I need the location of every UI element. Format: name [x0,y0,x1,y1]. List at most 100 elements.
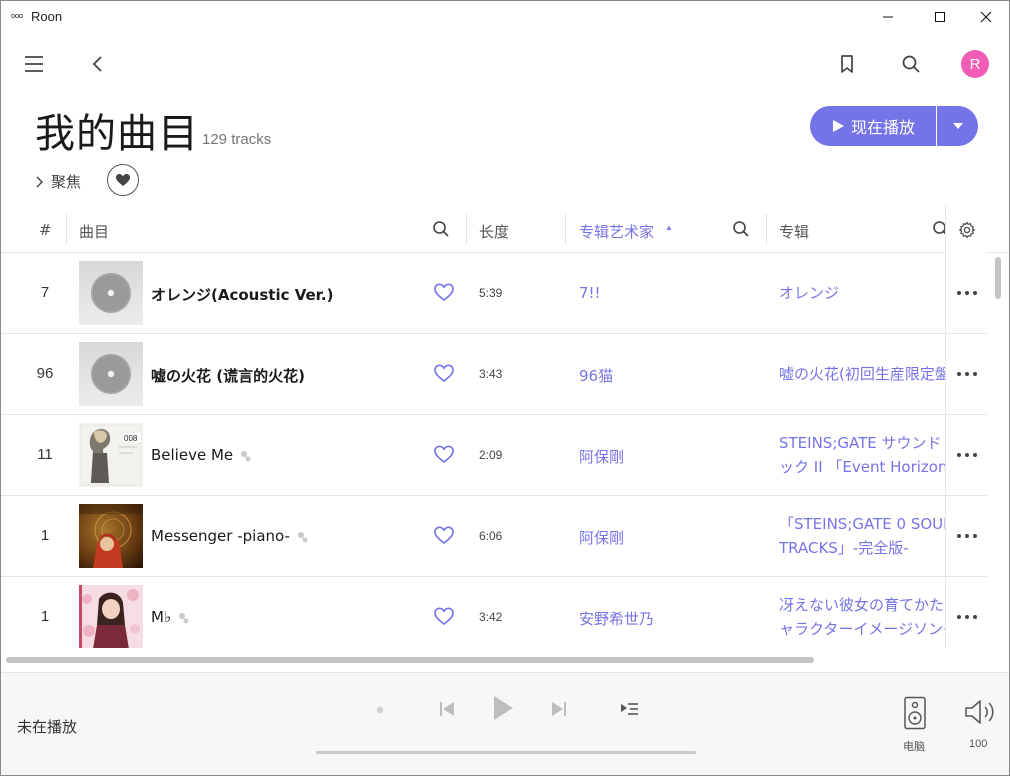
album-artist-link[interactable]: 7!! [579,284,601,302]
album-artist-link[interactable]: 阿保剛 [579,527,624,548]
search-icon[interactable] [431,219,451,239]
album-cover[interactable] [79,504,143,568]
track-duration: 2:09 [479,448,503,462]
gear-icon [958,221,975,238]
column-header-album[interactable]: 专辑 [779,221,809,242]
roon-logo-icon [11,13,23,19]
bookmark-button[interactable] [836,53,858,75]
album-art-image [79,585,143,648]
menu-button[interactable] [23,54,45,74]
column-header-album-artist[interactable]: 专辑艺术家 [579,221,654,242]
album-link[interactable]: 嘘の火花(初回生産限定盤) [779,362,947,386]
table-header: # 曲目 长度 专辑艺术家 ▲ 专辑 [1,206,1009,253]
heart-outline-icon[interactable] [433,606,455,626]
skip-previous-icon [440,702,454,716]
hamburger-icon [25,56,43,72]
play-options-dropdown[interactable] [937,106,978,146]
album-link[interactable]: 「STEINS;GATE 0 SOUND TRACKS」-完全版- [779,512,947,560]
column-header-number[interactable]: # [39,221,52,239]
album-cover[interactable] [79,585,143,648]
user-avatar[interactable]: R [961,50,989,78]
maximize-button[interactable] [917,1,963,32]
column-separator[interactable] [466,214,467,244]
play-icon [494,696,513,720]
album-cover[interactable] [79,342,143,406]
zone-label[interactable]: 电脑 [903,738,925,754]
heart-outline-icon[interactable] [433,525,455,545]
search-icon[interactable] [731,219,751,239]
table-row[interactable]: 1 Messenger -piano- 6:06 阿保剛 「STEINS;GAT… [1,496,987,577]
bookmark-icon [841,55,853,73]
column-separator[interactable] [565,214,566,244]
close-button[interactable] [963,1,1009,32]
heart-icon [116,174,130,186]
play-now-label: 现在播放 [850,118,915,137]
tag-icon [297,531,308,542]
table-row[interactable]: 96 嘘の火花 (谎言的火花) 3:43 96猫 嘘の火花(初回生産限定盤) [1,334,987,415]
track-title[interactable]: M♭ [151,608,191,626]
album-name-line: ック II 「Event Horizon」 [779,458,947,476]
track-number: 7 [40,284,50,301]
vertical-scrollbar[interactable] [995,257,1001,299]
favorites-filter-button[interactable] [107,164,139,196]
table-row[interactable]: 1 M♭ 3:42 安野希世乃 冴えない彼女の育てかた キ ャラクターイメージソ… [1,577,987,648]
album-cover[interactable] [79,261,143,325]
more-options-button[interactable] [945,334,987,414]
column-header-track[interactable]: 曲目 [79,221,109,242]
player-bar: 未在播放 电脑 100 [1,672,1009,775]
album-cover[interactable]: 008 [79,423,143,487]
heart-outline-icon[interactable] [433,363,455,383]
album-link[interactable]: 冴えない彼女の育てかた キ ャラクターイメージソング [779,593,947,641]
album-artist-link[interactable]: 阿保剛 [579,446,624,467]
track-duration: 6:06 [479,529,503,543]
album-link[interactable]: オレンジ [779,281,947,305]
more-options-button[interactable] [945,496,987,576]
table-row[interactable]: 11 008 Believe Me 2:09 阿保剛 STEINS;GATE サ… [1,415,987,496]
track-duration: 3:42 [479,610,503,624]
more-options-button[interactable] [945,253,987,333]
minimize-button[interactable] [865,1,911,32]
track-number: 1 [40,608,50,625]
speaker-icon[interactable] [903,696,927,730]
track-number: 11 [37,446,53,463]
more-options-button[interactable] [945,577,987,648]
chevron-left-icon [92,56,102,72]
window-title: Roon [31,9,63,24]
column-separator[interactable] [766,214,767,244]
album-name-line: STEINS;GATE サウンドトラ [779,434,947,452]
column-separator[interactable] [66,214,67,244]
play-now-button[interactable]: 现在播放 [810,106,936,146]
album-artist-link[interactable]: 安野希世乃 [579,608,654,629]
track-number: 1 [40,527,50,544]
track-title[interactable]: Believe Me [151,446,253,464]
track-title[interactable]: Messenger -piano- [151,527,310,545]
table-row[interactable]: 7 オレンジ(Acoustic Ver.) 5:39 7!! オレンジ [1,253,987,334]
more-options-button[interactable] [945,415,987,495]
horizontal-scrollbar[interactable] [6,657,814,663]
album-artist-link[interactable]: 96猫 [579,365,613,386]
track-title[interactable]: 嘘の火花 (谎言的火花) [151,365,305,386]
volume-icon[interactable] [963,697,997,727]
heart-outline-icon[interactable] [433,444,455,464]
play-button[interactable] [489,692,517,724]
column-header-duration[interactable]: 长度 [479,221,509,242]
album-art-image: 008 [79,423,143,487]
track-title-text: Believe Me [151,446,234,464]
roon-window: Roon R 我的曲目 129 tracks 现在播放 聚焦 # 曲目 长度 专… [0,0,1010,776]
queue-button[interactable] [617,698,641,720]
caret-down-icon [952,123,963,129]
column-settings-button[interactable] [945,206,987,253]
shuffle-indicator[interactable] [373,703,387,717]
track-title[interactable]: オレンジ(Acoustic Ver.) [151,284,333,305]
album-link[interactable]: STEINS;GATE サウンドトラ ック II 「Event Horizon」 [779,431,947,479]
focus-toggle[interactable]: 聚焦 [35,171,81,192]
heart-outline-icon[interactable] [433,282,455,302]
next-button[interactable] [549,698,569,720]
sort-ascending-icon: ▲ [665,223,673,232]
seek-bar[interactable] [316,751,696,754]
queue-icon [621,703,638,715]
search-button[interactable] [899,52,923,76]
back-button[interactable] [87,53,109,75]
album-name-line: ャラクターイメージソング [779,620,947,638]
previous-button[interactable] [437,698,457,720]
